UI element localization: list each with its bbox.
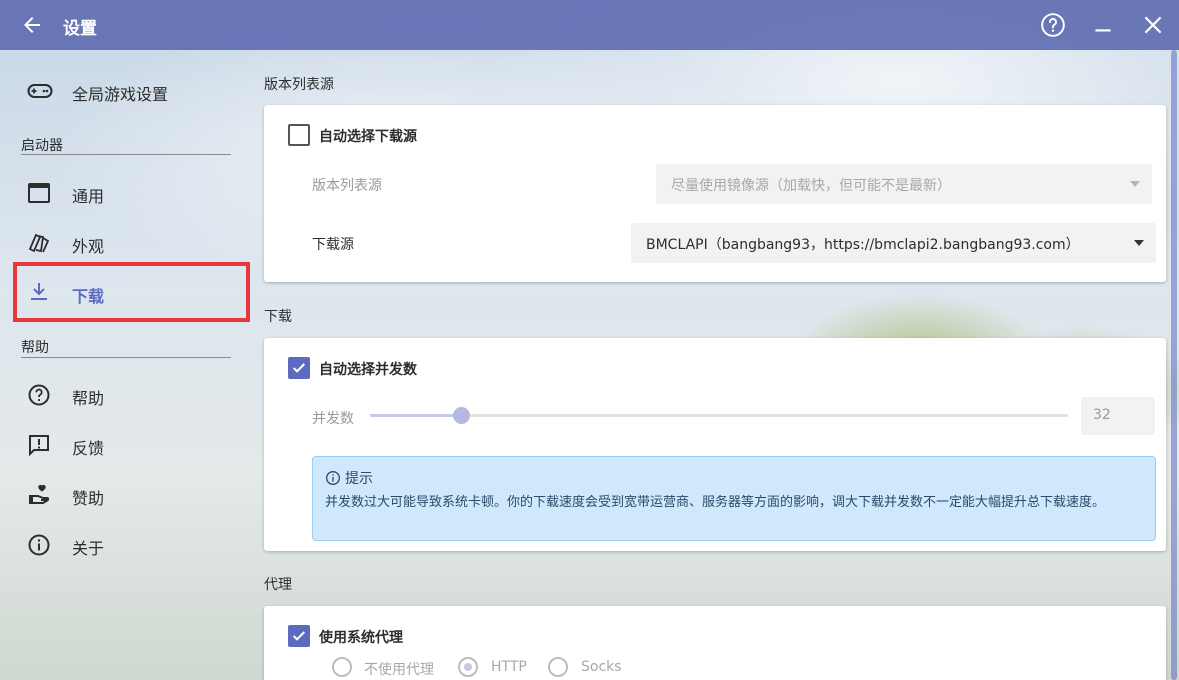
gamepad-icon (27, 79, 53, 103)
threads-slider-thumb[interactable] (452, 407, 470, 424)
scrollbar[interactable] (1171, 50, 1177, 680)
radio-socks[interactable] (548, 657, 568, 677)
sidebar-item-feedback[interactable]: 反馈 (13, 422, 249, 468)
radio-socks-label: Socks (581, 659, 622, 675)
group-title-download: 下载 (264, 309, 292, 325)
radio-http[interactable] (458, 657, 478, 677)
sidebar-item-about[interactable]: 关于 (13, 522, 249, 568)
radio-no-proxy-label: 不使用代理 (364, 662, 434, 678)
threads-value-field[interactable]: 32 (1081, 397, 1155, 435)
radio-no-proxy[interactable] (332, 657, 352, 677)
minimize-icon (1095, 29, 1111, 32)
hint-body: 并发数过大可能导致系统卡顿。你的下载速度会受到宽带运营商、服务器等方面的影响，调… (325, 495, 1106, 510)
section-divider (21, 357, 231, 358)
sidebar-item-appearance[interactable]: 外观 (13, 220, 249, 266)
chevron-down-icon (1134, 240, 1144, 246)
threads-slider-fill (370, 414, 461, 417)
section-divider (21, 154, 231, 155)
minimize-button[interactable] (1090, 12, 1116, 38)
close-button[interactable] (1140, 12, 1166, 38)
back-button[interactable] (20, 13, 44, 37)
settings-content: 版本列表源 自动选择下载源 版本列表源 尽量使用镜像源（加载快，但可能不是最新）… (252, 50, 1179, 680)
auto-source-checkbox[interactable] (288, 124, 310, 146)
cards-icon (27, 231, 51, 255)
donate-icon (27, 483, 51, 507)
window-title: 设置 (63, 19, 97, 39)
proxy-card: 使用系统代理 不使用代理 HTTP Socks (264, 606, 1166, 680)
chevron-down-icon (1130, 181, 1140, 187)
close-icon (1144, 16, 1162, 34)
help-button[interactable] (1040, 12, 1066, 38)
feedback-icon (27, 433, 51, 457)
threads-value: 32 (1093, 407, 1111, 423)
download-source-select[interactable]: BMCLAPI（bangbang93，https://bmclapi2.bang… (631, 223, 1156, 263)
section-label-launcher: 启动器 (21, 138, 63, 154)
auto-threads-checkbox[interactable] (288, 357, 310, 379)
group-title-proxy: 代理 (264, 577, 292, 593)
sidebar-item-label: 通用 (72, 187, 105, 206)
hint-title: 提示 (325, 468, 373, 488)
sidebar-item-donate[interactable]: 赞助 (13, 472, 249, 518)
hint-title-text: 提示 (345, 471, 373, 487)
section-label-help: 帮助 (21, 340, 49, 356)
system-proxy-checkbox[interactable] (288, 625, 310, 647)
sidebar-item-label: 关于 (72, 539, 105, 558)
check-icon (292, 363, 306, 373)
window-icon (27, 181, 51, 205)
check-icon (292, 631, 306, 641)
info-icon (326, 471, 340, 485)
sidebar-item-global-game-settings[interactable]: 全局游戏设置 (13, 68, 249, 114)
arrow-left-icon (24, 17, 40, 33)
version-list-source-value: 尽量使用镜像源（加载快，但可能不是最新） (671, 178, 951, 194)
download-icon (27, 280, 51, 304)
sidebar-item-label: 全局游戏设置 (72, 85, 169, 104)
download-card: 自动选择并发数 并发数 32 提示 并发数过大可能导致系统卡顿。你的下载速度会受… (264, 338, 1166, 551)
threads-slider[interactable] (370, 407, 1068, 424)
sidebar-item-label: 反馈 (72, 439, 105, 458)
radio-http-label: HTTP (491, 659, 527, 675)
auto-source-label: 自动选择下载源 (319, 129, 417, 145)
help-circle-icon (1041, 13, 1065, 37)
version-source-card: 自动选择下载源 版本列表源 尽量使用镜像源（加载快，但可能不是最新） 下载源 B… (264, 105, 1166, 282)
group-title-version-source: 版本列表源 (264, 77, 334, 93)
download-source-value: BMCLAPI（bangbang93，https://bmclapi2.bang… (646, 237, 1080, 253)
version-list-source-select[interactable]: 尽量使用镜像源（加载快，但可能不是最新） (656, 164, 1152, 204)
hint-box: 提示 并发数过大可能导致系统卡顿。你的下载速度会受到宽带运营商、服务器等方面的影… (312, 456, 1156, 541)
sidebar-item-download[interactable]: 下载 (13, 262, 250, 322)
system-proxy-label: 使用系统代理 (319, 630, 403, 646)
sidebar-item-label: 帮助 (72, 389, 105, 408)
sidebar-item-help[interactable]: 帮助 (13, 372, 249, 418)
info-icon (27, 533, 51, 557)
title-bar: 设置 (0, 0, 1179, 50)
auto-threads-label: 自动选择并发数 (319, 362, 417, 378)
threads-label: 并发数 (312, 411, 354, 427)
help-circle-icon (27, 383, 51, 407)
sidebar-item-general[interactable]: 通用 (13, 170, 249, 216)
sidebar-item-label: 外观 (72, 237, 105, 256)
download-source-label: 下载源 (312, 237, 354, 253)
sidebar: 全局游戏设置 启动器 通用 外观 下载 帮助 帮助 反馈 赞助 关于 (0, 50, 252, 680)
sidebar-item-label: 赞助 (72, 489, 105, 508)
sidebar-item-label: 下载 (72, 287, 105, 306)
version-list-source-label: 版本列表源 (312, 178, 382, 194)
